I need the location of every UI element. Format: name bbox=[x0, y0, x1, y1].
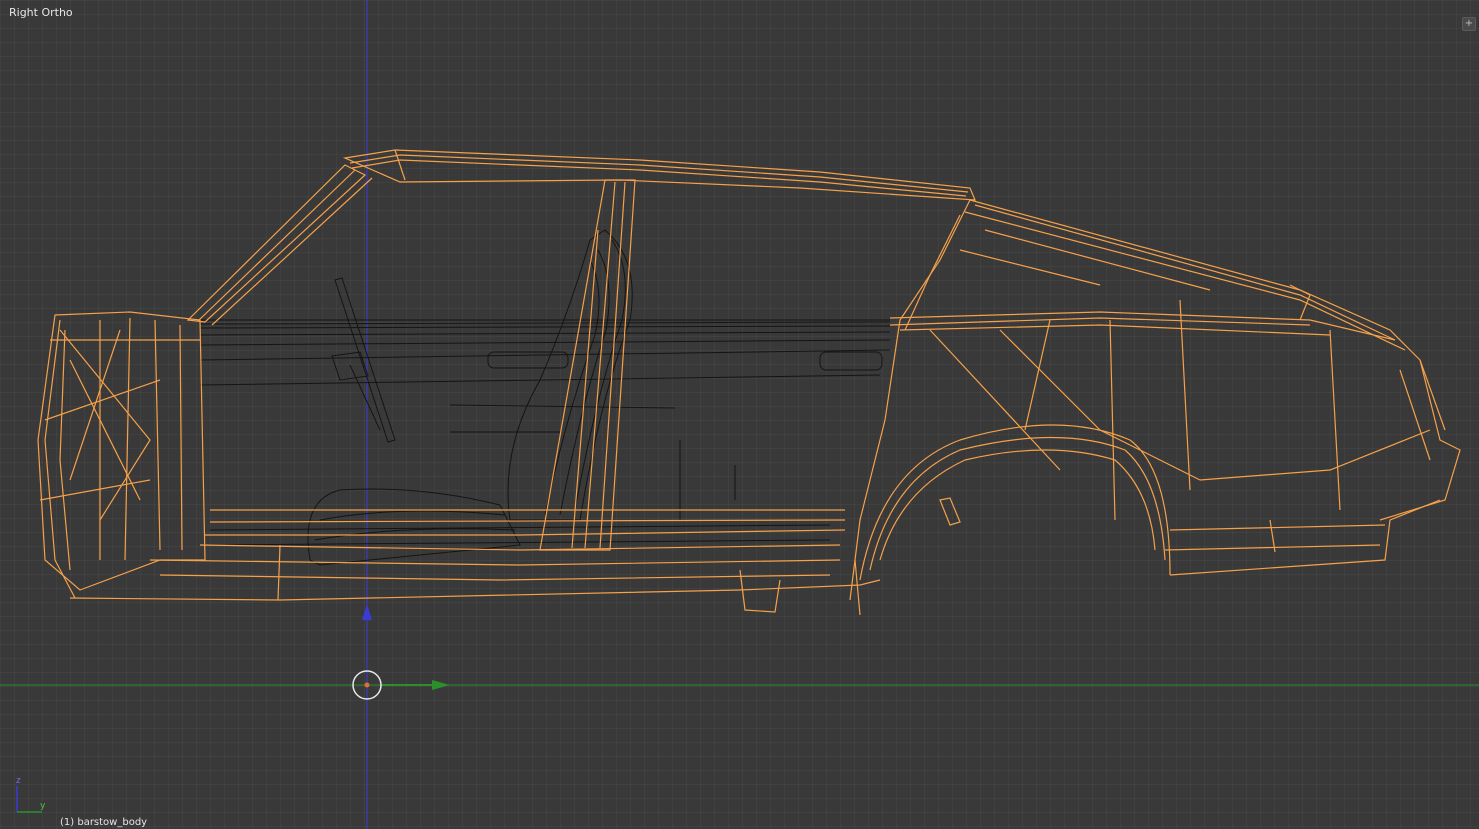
scene-canvas bbox=[0, 0, 1479, 829]
plus-icon[interactable]: + bbox=[1462, 17, 1476, 31]
view-name-label: Right Ortho bbox=[9, 6, 73, 19]
interior-wireframe bbox=[199, 229, 891, 566]
active-object-label: (1) barstow_body bbox=[60, 817, 148, 828]
gizmo-y-label: y bbox=[40, 801, 46, 811]
3d-viewport[interactable]: Right Ortho (1) barstow_body + z y bbox=[0, 0, 1479, 829]
z-arrow-head-icon bbox=[362, 604, 372, 620]
gizmo-z-label: z bbox=[16, 776, 21, 786]
axis-gizmo-icon bbox=[16, 786, 42, 813]
origin-dot-icon bbox=[364, 682, 370, 688]
car-body-wireframe bbox=[37, 149, 1461, 616]
